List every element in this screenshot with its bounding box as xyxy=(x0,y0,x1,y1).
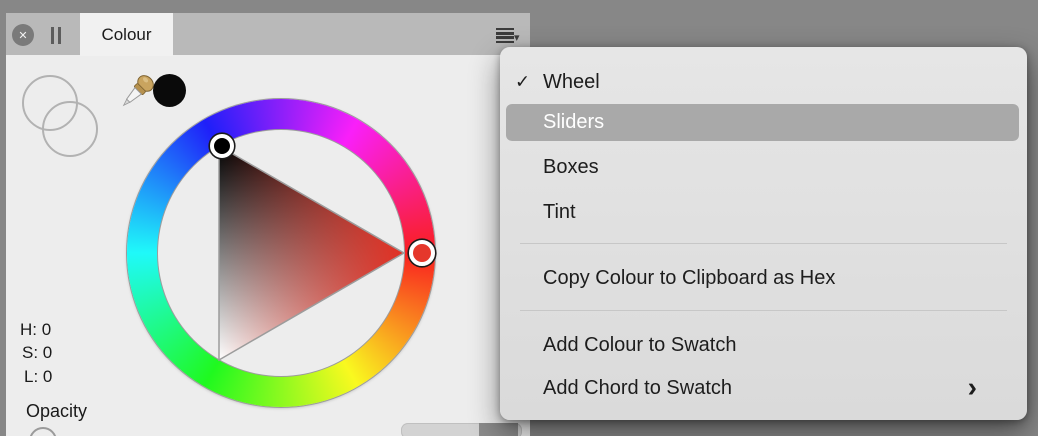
menu-item-add-chord-to-swatch[interactable]: Add Chord to Swatch › xyxy=(500,368,1027,408)
menu-item-copy-colour-hex[interactable]: Copy Colour to Clipboard as Hex xyxy=(500,258,1027,298)
menu-separator xyxy=(520,243,1007,244)
current-colour-swatch[interactable] xyxy=(153,74,186,107)
menu-item-boxes[interactable]: Boxes xyxy=(500,147,1027,187)
menu-item-label: Add Colour to Swatch xyxy=(543,333,737,356)
menu-item-add-colour-to-swatch[interactable]: Add Colour to Swatch xyxy=(500,325,1027,365)
hamburger-icon xyxy=(496,28,514,43)
lightness-readout: L: 0 xyxy=(24,367,53,386)
menu-item-wheel[interactable]: ✓ Wheel xyxy=(500,62,1027,102)
opacity-label: Opacity xyxy=(26,401,88,421)
close-panel-button[interactable]: ✕ xyxy=(12,24,34,46)
stroke-swatch-well[interactable] xyxy=(42,101,98,157)
menu-item-label: Tint xyxy=(543,200,576,223)
menu-item-tint[interactable]: Tint xyxy=(500,192,1027,232)
panel-preferences-menu: ✓ Wheel Sliders Boxes Tint Copy Colour t… xyxy=(500,47,1027,420)
saturation-lightness-triangle[interactable] xyxy=(205,130,415,370)
menu-item-label: Sliders xyxy=(543,111,605,133)
colour-panel-app: ✕ Colour ▾ H: 0 S: 0 L: 0 Opacity ✓ Whee… xyxy=(0,0,1038,436)
menu-item-label: Boxes xyxy=(543,155,599,178)
menu-item-label: Copy Colour to Clipboard as Hex xyxy=(543,266,836,289)
check-icon: ✓ xyxy=(515,71,531,92)
opacity-value-button[interactable] xyxy=(479,423,518,436)
menu-item-sliders[interactable]: Sliders xyxy=(506,104,1019,141)
saturation-lightness-handle[interactable] xyxy=(210,134,234,158)
menu-item-label: Add Chord to Swatch xyxy=(543,376,732,399)
menu-item-label: Wheel xyxy=(543,70,600,93)
tab-label: Colour xyxy=(101,24,152,44)
close-icon: ✕ xyxy=(18,29,28,42)
eyedropper-icon[interactable] xyxy=(116,70,156,116)
submenu-chevron-icon: › xyxy=(967,371,977,403)
chevron-down-icon: ▾ xyxy=(514,32,520,44)
opacity-value-box[interactable] xyxy=(401,423,522,436)
hue-handle[interactable] xyxy=(409,240,435,266)
saturation-readout: S: 0 xyxy=(22,343,53,362)
panel-preferences-button[interactable]: ▾ xyxy=(492,22,526,48)
menu-separator xyxy=(520,310,1007,311)
tab-colour[interactable]: Colour xyxy=(80,13,173,56)
pin-panel-button[interactable] xyxy=(51,27,62,44)
hue-readout: H: 0 xyxy=(20,320,52,339)
